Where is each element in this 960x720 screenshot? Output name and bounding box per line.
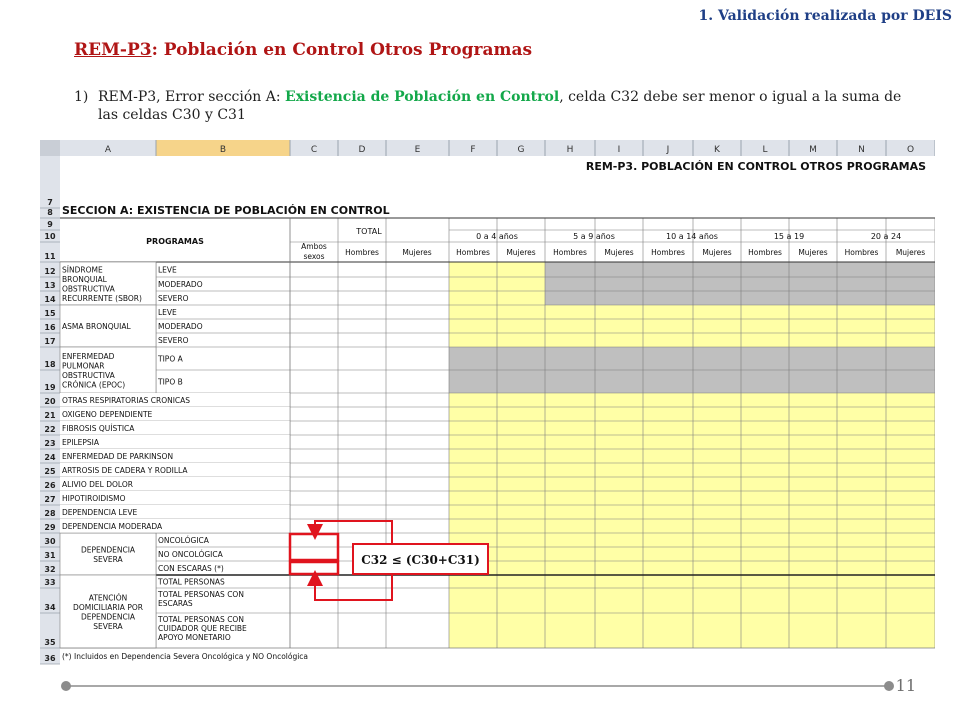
highlight-c32 <box>288 560 340 576</box>
arrow-to-c32 <box>307 570 393 601</box>
highlight-c30-c31 <box>288 532 340 562</box>
footer-divider <box>66 685 889 687</box>
annotation-layer: C32 ≤ (C30+C31) <box>288 520 489 601</box>
footer-dot-right <box>884 681 894 691</box>
page-number: 11 <box>895 676 916 695</box>
footer-dot-left <box>61 681 71 691</box>
annotation-label: C32 ≤ (C30+C31) <box>361 553 480 567</box>
